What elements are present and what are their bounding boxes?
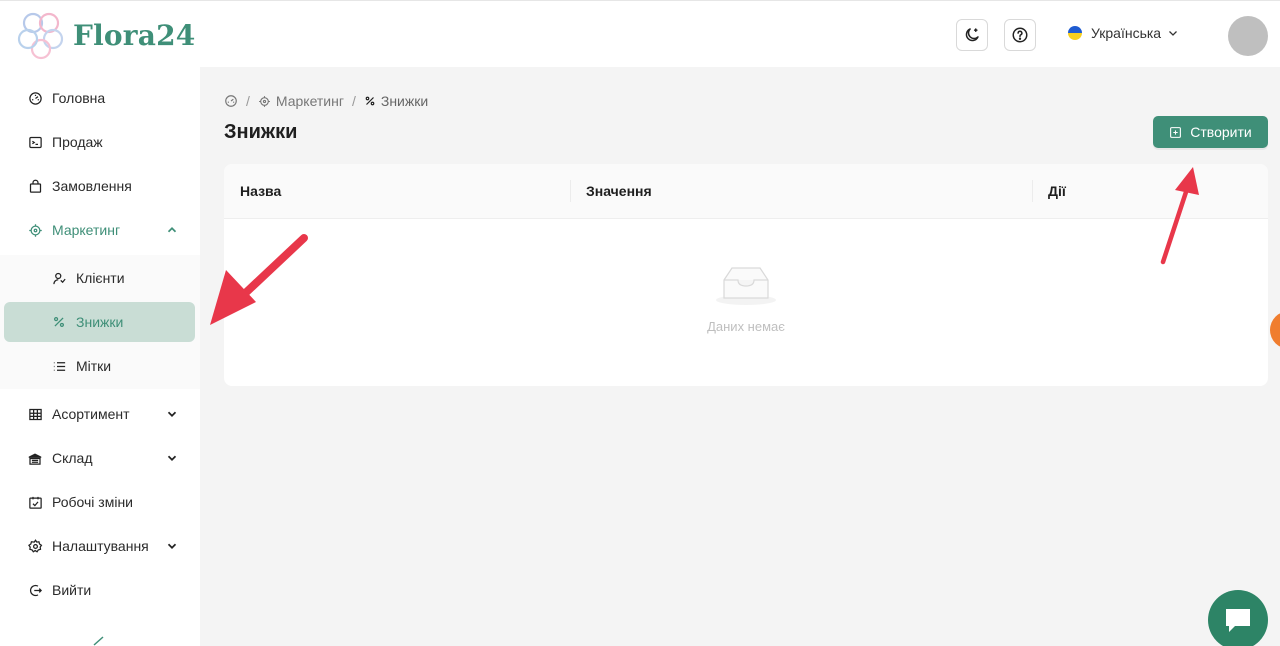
chat-button[interactable] — [1208, 590, 1268, 646]
dashboard-icon — [225, 95, 237, 107]
chat-bubble-icon — [1226, 609, 1250, 632]
column-header-actions: Дії — [1048, 183, 1066, 199]
collapse-handle-icon[interactable] — [92, 636, 106, 646]
sidebar-item-label: Замовлення — [52, 178, 132, 194]
sidebar-item-label: Клієнти — [76, 270, 125, 286]
feedback-tab[interactable] — [1270, 311, 1280, 349]
create-button-label: Створити — [1190, 124, 1252, 140]
chevron-down-icon — [167, 411, 177, 417]
users-icon — [51, 270, 67, 286]
chevron-up-icon — [167, 227, 177, 233]
breadcrumb-discounts: Знижки — [364, 93, 428, 109]
column-header-name[interactable]: Назва — [240, 183, 281, 199]
breadcrumb-separator: / — [351, 93, 356, 109]
top-header: Flora24 Українська — [0, 0, 1280, 67]
create-button[interactable]: Створити — [1153, 116, 1268, 148]
chevron-down-icon — [167, 455, 177, 461]
target-icon — [258, 95, 270, 107]
language-label: Українська — [1091, 25, 1162, 41]
language-selector[interactable]: Українська — [1068, 25, 1179, 41]
breadcrumb-home[interactable] — [224, 93, 238, 109]
sidebar-item-logout[interactable]: Вийти — [0, 570, 200, 610]
moon-icon — [965, 28, 979, 42]
sidebar-item-settings[interactable]: Налаштування — [0, 526, 200, 566]
discounts-table: Назва Значення Дії Даних немає — [224, 164, 1268, 386]
sidebar-item-shifts[interactable]: Робочі зміни — [0, 482, 200, 522]
theme-toggle-button[interactable] — [956, 19, 988, 51]
calendar-check-icon — [27, 494, 43, 510]
table-icon — [27, 406, 43, 422]
target-icon — [27, 222, 43, 238]
column-divider — [1032, 180, 1033, 202]
breadcrumb-label: Знижки — [380, 93, 429, 109]
terminal-icon — [27, 134, 43, 150]
column-divider — [570, 180, 571, 202]
sidebar-item-label: Склад — [52, 450, 93, 466]
sidebar-item-label: Знижки — [76, 314, 124, 330]
sidebar-item-label: Робочі зміни — [52, 494, 134, 510]
sidebar-item-marketing[interactable]: Маркетинг — [0, 210, 200, 250]
sidebar-item-label: Налаштування — [52, 538, 149, 554]
breadcrumb-marketing[interactable]: Маркетинг — [258, 93, 344, 109]
empty-state: Даних немає — [224, 264, 1268, 334]
question-circle-icon — [1012, 27, 1028, 43]
breadcrumb-label: Маркетинг — [275, 93, 344, 109]
plus-square-icon — [1170, 126, 1182, 138]
flower-logo-icon — [17, 12, 64, 60]
avatar[interactable] — [1228, 16, 1268, 56]
sidebar-item-label: Асортимент — [52, 406, 130, 422]
warehouse-icon — [27, 450, 43, 466]
percent-icon — [365, 96, 375, 106]
percent-icon — [51, 314, 67, 330]
sidebar-item-home[interactable]: Головна — [0, 78, 200, 118]
sidebar-item-label: Мітки — [76, 358, 112, 374]
ukraine-flag-icon — [1068, 26, 1082, 40]
sidebar-item-sales[interactable]: Продаж — [0, 122, 200, 162]
sidebar-item-label: Вийти — [52, 582, 92, 598]
chevron-down-icon — [167, 543, 177, 549]
sidebar-item-warehouse[interactable]: Склад — [0, 438, 200, 478]
sidebar-item-label: Продаж — [52, 134, 103, 150]
sidebar-item-discounts[interactable]: Знижки — [0, 302, 200, 342]
sidebar: Головна Продаж Замовлення Маркетинг Кліє… — [0, 67, 200, 646]
gear-icon — [27, 538, 43, 554]
logo[interactable]: Flora24 — [15, 9, 195, 61]
help-button[interactable] — [1004, 19, 1036, 51]
empty-state-text: Даних немає — [707, 319, 785, 334]
sidebar-item-label: Головна — [52, 90, 106, 106]
logout-icon — [27, 582, 43, 598]
table-header: Назва Значення Дії — [224, 164, 1268, 219]
dashboard-icon — [27, 90, 43, 106]
chevron-down-icon — [1169, 31, 1178, 36]
sidebar-item-assortment[interactable]: Асортимент — [0, 394, 200, 434]
list-icon — [51, 358, 67, 374]
sidebar-item-tags[interactable]: Мітки — [0, 346, 200, 386]
breadcrumb: / Маркетинг / Знижки — [224, 93, 428, 109]
breadcrumb-separator: / — [246, 93, 250, 109]
shopping-bag-icon — [27, 178, 43, 194]
empty-inbox-icon — [716, 267, 776, 305]
sidebar-item-label: Маркетинг — [52, 222, 121, 238]
page-title: Знижки — [224, 121, 298, 143]
logo-text: Flora24 — [73, 18, 196, 52]
column-header-value[interactable]: Значення — [586, 183, 652, 199]
sidebar-item-orders[interactable]: Замовлення — [0, 166, 200, 206]
sidebar-item-clients[interactable]: Клієнти — [0, 258, 200, 298]
